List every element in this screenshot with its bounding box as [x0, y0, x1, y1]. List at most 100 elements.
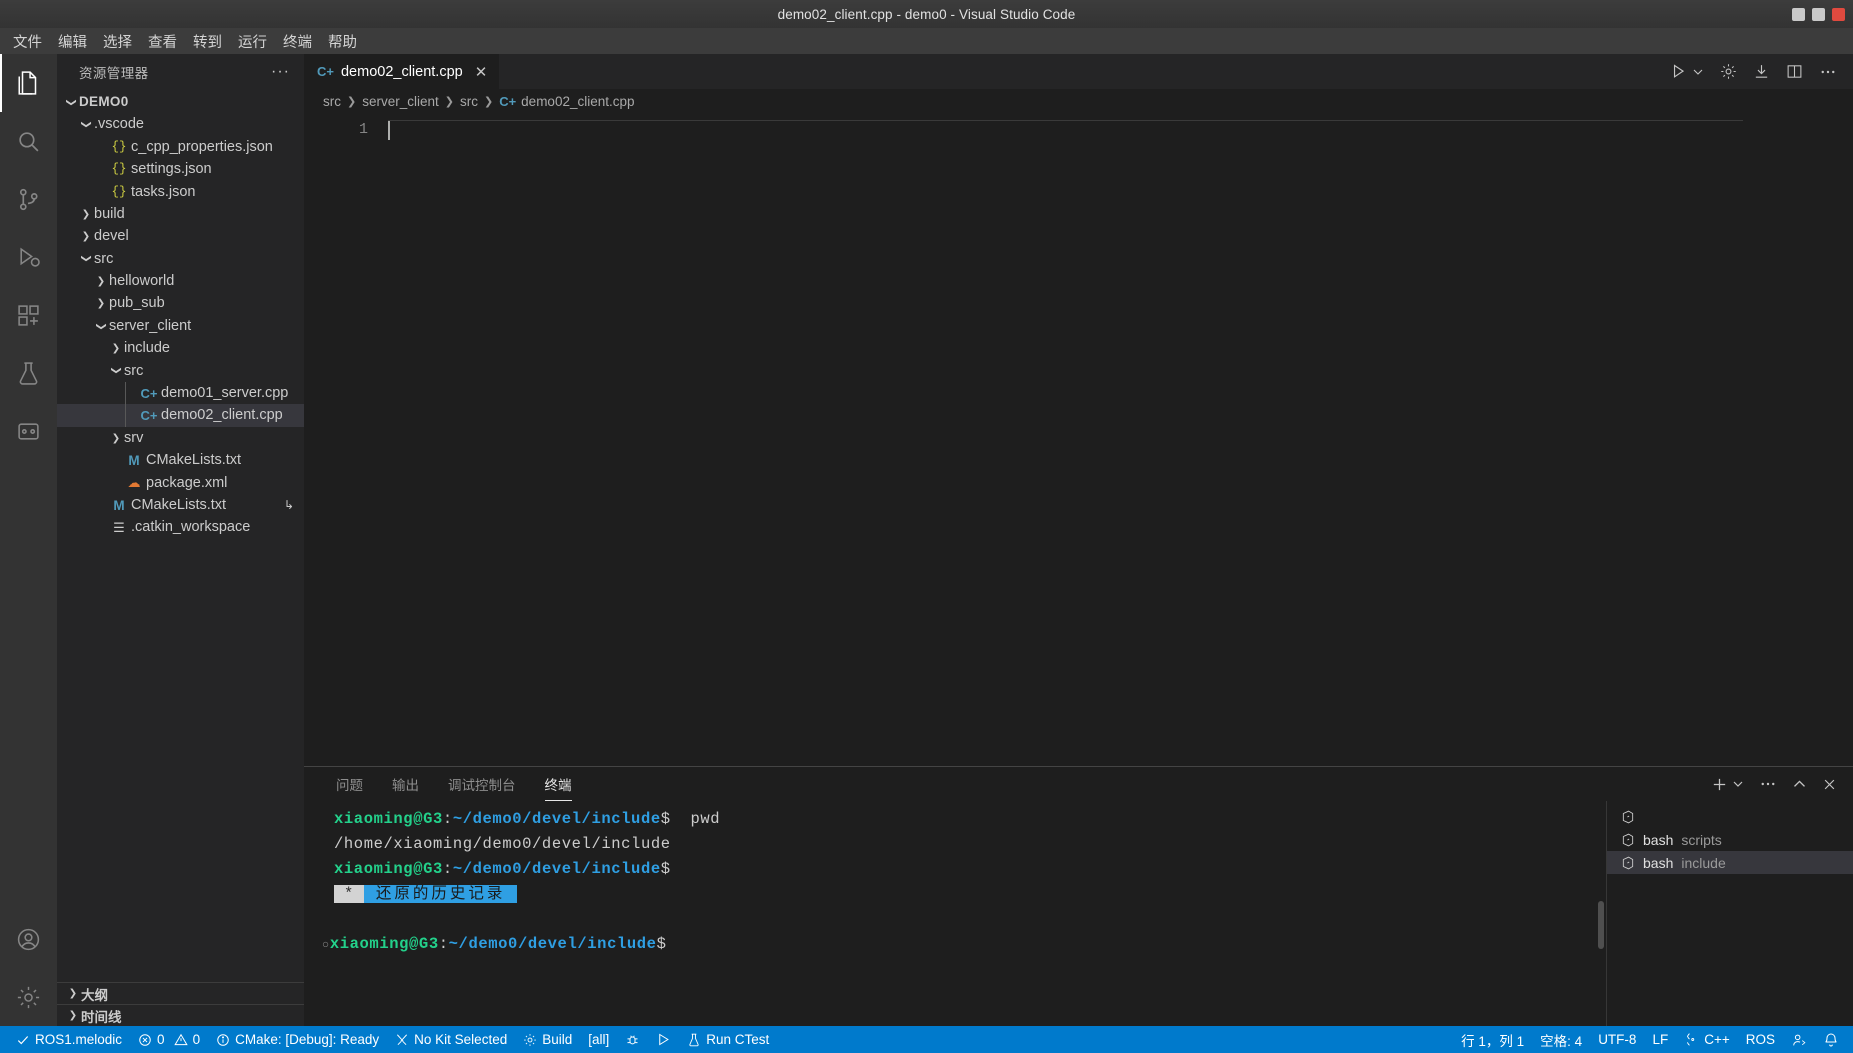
ellipsis-icon[interactable]: ··· [271, 63, 290, 79]
status-run-ctest[interactable]: Run CTest [679, 1026, 777, 1053]
status-eol[interactable]: LF [1644, 1026, 1676, 1053]
maximize-button[interactable] [1812, 7, 1825, 21]
chevron-down-icon[interactable]: ❯ [96, 318, 107, 334]
chevron-down-icon[interactable]: ❯ [111, 363, 122, 379]
chevron-right-icon[interactable]: ❯ [108, 433, 124, 444]
activity-manage[interactable] [0, 968, 57, 1026]
tree-item-vscode[interactable]: ❯ .vscode [57, 113, 304, 135]
status-cmake-target[interactable]: [all] [580, 1026, 617, 1053]
chevron-down-icon[interactable] [1732, 778, 1744, 790]
activity-search[interactable] [0, 112, 57, 170]
menu-run[interactable]: 运行 [231, 28, 274, 55]
status-problems[interactable]: 0 0 [130, 1026, 208, 1053]
ellipsis-icon[interactable] [1759, 775, 1777, 793]
tree-item-server-client[interactable]: ❯ server_client [57, 315, 304, 337]
sidebar-section-timeline[interactable]: ❯ 时间线 [57, 1004, 304, 1026]
close-icon[interactable]: ✕ [475, 63, 488, 81]
tree-item-pub-sub[interactable]: ❯ pub_sub [57, 293, 304, 315]
panel-body: xiaoming@G3:~/demo0/devel/include$ pwd/h… [304, 801, 1853, 1026]
menu-terminal[interactable]: 终端 [276, 28, 319, 55]
terminal-output[interactable]: xiaoming@G3:~/demo0/devel/include$ pwd/h… [304, 801, 1606, 1026]
ellipsis-icon[interactable] [1819, 63, 1837, 81]
activity-extensions[interactable] [0, 286, 57, 344]
tree-item-catkin-workspace[interactable]: ❯☰.catkin_workspace [57, 516, 304, 538]
code-editor[interactable]: 1 [304, 113, 1853, 766]
menu-edit[interactable]: 编辑 [51, 28, 94, 55]
chevron-up-icon[interactable] [1792, 777, 1807, 792]
breadcrumb-item[interactable]: src [460, 94, 478, 109]
tree-item-src[interactable]: ❯ src [57, 248, 304, 270]
status-encoding[interactable]: UTF-8 [1590, 1026, 1644, 1053]
breadcrumb-item-file[interactable]: C+ demo02_client.cpp [499, 94, 634, 109]
status-notifications[interactable] [1815, 1026, 1847, 1053]
tab-demo02-client-cpp[interactable]: C+ demo02_client.cpp ✕ [304, 54, 501, 89]
activity-explorer[interactable] [0, 54, 57, 112]
status-live-share[interactable] [1783, 1026, 1815, 1053]
breadcrumb-item[interactable]: server_client [362, 94, 439, 109]
split-editor-icon[interactable] [1786, 63, 1803, 80]
activity-ros[interactable] [0, 402, 57, 460]
chevron-right-icon[interactable]: ❯ [78, 231, 94, 242]
activity-source-control[interactable] [0, 170, 57, 228]
terminal-list-item[interactable]: bash include [1607, 851, 1853, 874]
tree-item-label: .catkin_workspace [131, 519, 251, 536]
close-icon[interactable] [1822, 777, 1837, 792]
chevron-right-icon[interactable]: ❯ [78, 209, 94, 220]
chevron-down-icon[interactable] [1692, 66, 1704, 78]
close-button[interactable] [1832, 7, 1845, 21]
tree-item-package-xml[interactable]: ❯☁package.xml [57, 472, 304, 494]
activity-testing[interactable] [0, 344, 57, 402]
tree-item-demo02-client-cpp[interactable]: ❯C+demo02_client.cpp [57, 404, 304, 427]
menu-view[interactable]: 查看 [141, 28, 184, 55]
terminal-list-item[interactable]: bash scripts [1607, 828, 1853, 851]
menu-go[interactable]: 转到 [186, 28, 229, 55]
tree-item-srv[interactable]: ❯ srv [57, 427, 304, 449]
tree-item-src[interactable]: ❯ src [57, 360, 304, 382]
tree-item-include[interactable]: ❯ include [57, 337, 304, 359]
run-play-icon[interactable] [1671, 63, 1688, 80]
plus-icon[interactable] [1711, 776, 1728, 793]
tree-item-cmakelists-txt[interactable]: ❯MCMakeLists.txt↳ [57, 494, 304, 516]
tree-item-demo0[interactable]: ❯ DEMO0 [57, 91, 304, 113]
chevron-down-icon[interactable]: ❯ [81, 251, 92, 267]
status-indentation[interactable]: 空格: 4 [1532, 1026, 1590, 1053]
activity-run-debug[interactable] [0, 228, 57, 286]
chevron-down-icon[interactable]: ❯ [81, 117, 92, 133]
chevron-right-icon[interactable]: ❯ [108, 343, 124, 354]
status-cmake-build[interactable]: Build [515, 1026, 580, 1053]
tree-item-devel[interactable]: ❯ devel [57, 225, 304, 247]
status-cursor-position[interactable]: 行 1，列 1 [1453, 1026, 1532, 1053]
status-ros-distro[interactable]: ROS1.melodic [8, 1026, 130, 1053]
terminal-list-item[interactable] [1607, 805, 1853, 828]
status-cmake-state[interactable]: CMake: [Debug]: Ready [208, 1026, 387, 1053]
tree-item-demo01-server-cpp[interactable]: ❯C+demo01_server.cpp [57, 382, 304, 405]
status-cmake-launch[interactable] [648, 1026, 679, 1053]
terminal-scrollbar[interactable] [1598, 901, 1604, 949]
status-ros[interactable]: ROS [1738, 1026, 1783, 1053]
status-cmake-debug[interactable] [617, 1026, 648, 1053]
tab-output[interactable]: 输出 [382, 770, 429, 799]
status-language-mode[interactable]: C++ [1676, 1026, 1738, 1053]
chevron-down-icon[interactable]: ❯ [66, 94, 77, 110]
tab-debug-console[interactable]: 调试控制台 [438, 770, 526, 799]
tree-item-c-cpp-properties-json[interactable]: ❯{}c_cpp_properties.json [57, 136, 304, 158]
tree-item-cmakelists-txt[interactable]: ❯MCMakeLists.txt [57, 449, 304, 471]
menu-selection[interactable]: 选择 [96, 28, 139, 55]
status-cmake-kit[interactable]: No Kit Selected [387, 1026, 515, 1053]
chevron-right-icon[interactable]: ❯ [93, 276, 109, 287]
sidebar-section-outline[interactable]: ❯ 大纲 [57, 982, 304, 1004]
menu-help[interactable]: 帮助 [321, 28, 364, 55]
tree-item-settings-json[interactable]: ❯{}settings.json [57, 158, 304, 180]
activity-accounts[interactable] [0, 910, 57, 968]
chevron-right-icon[interactable]: ❯ [93, 298, 109, 309]
tree-item-build[interactable]: ❯ build [57, 203, 304, 225]
gear-icon[interactable] [1720, 63, 1737, 80]
tree-item-tasks-json[interactable]: ❯{}tasks.json [57, 181, 304, 203]
minimize-button[interactable] [1792, 7, 1805, 21]
menu-file[interactable]: 文件 [6, 28, 49, 55]
tab-problems[interactable]: 问题 [326, 770, 373, 799]
tree-item-helloworld[interactable]: ❯ helloworld [57, 270, 304, 292]
download-icon[interactable] [1753, 63, 1770, 80]
tab-terminal[interactable]: 终端 [535, 770, 582, 801]
breadcrumb-item[interactable]: src [323, 94, 341, 109]
